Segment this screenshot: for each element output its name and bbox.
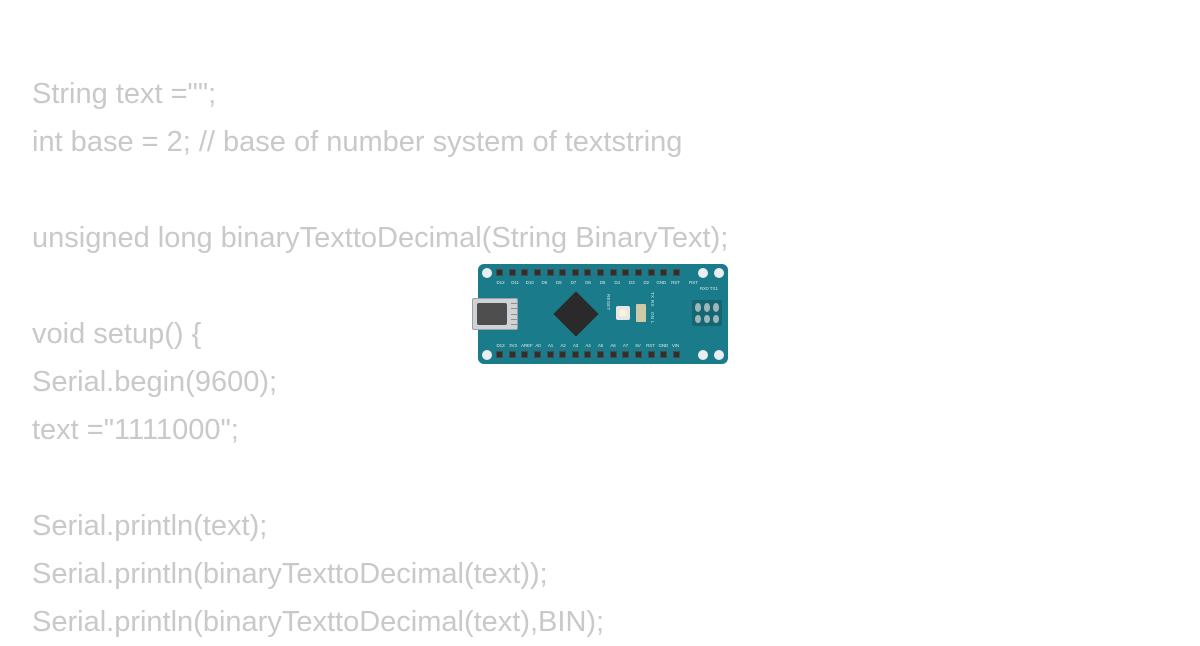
code-line: unsigned long binaryTexttoDecimal(String… xyxy=(32,222,728,254)
code-line: Serial.println(binaryTexttoDecimal(text)… xyxy=(32,606,604,638)
mounting-hole-icon xyxy=(714,268,724,278)
usb-connector-icon xyxy=(472,298,518,330)
code-line: String text =""; xyxy=(32,78,216,110)
code-line: void setup() { xyxy=(32,318,201,350)
mounting-hole-icon xyxy=(482,350,492,360)
microcontroller-chip-icon xyxy=(553,291,598,336)
code-line: Serial.println(text); xyxy=(32,510,267,542)
rst-label: RST xyxy=(689,280,698,285)
reset-button-icon xyxy=(616,306,630,320)
code-line: int base = 2; // base of number system o… xyxy=(32,126,682,158)
pin-labels-bottom: D133V3AREFA0A1A2A3A4A5A6A75VRSTGNDVIN xyxy=(496,343,680,348)
mounting-hole-icon xyxy=(698,350,708,360)
pin-labels-top: D12D11D10D9D8D7D6D5D4D3D2GNDRST xyxy=(496,280,680,285)
icsp-header-icon xyxy=(692,300,722,326)
txrx-text: TX RX xyxy=(650,292,655,307)
arduino-nano-illustration: D12D11D10D9D8D7D6D5D4D3D2GNDRST D133V3AR… xyxy=(478,264,728,364)
pin-header-bottom xyxy=(496,351,680,359)
code-line: Serial.begin(9600); xyxy=(32,366,277,398)
mounting-hole-icon xyxy=(698,268,708,278)
reset-text: RESET xyxy=(606,294,611,311)
mounting-hole-icon xyxy=(714,350,724,360)
code-line: text ="1111000"; xyxy=(32,414,239,446)
on-l-text: ON L xyxy=(650,312,655,324)
rxtx-label: RX0 TX1 xyxy=(700,286,718,291)
mounting-hole-icon xyxy=(482,268,492,278)
pcb-board: D12D11D10D9D8D7D6D5D4D3D2GNDRST D133V3AR… xyxy=(478,264,728,364)
code-line: Serial.println(binaryTexttoDecimal(text)… xyxy=(32,558,548,590)
pin-header-top xyxy=(496,269,680,277)
resistor-pack-icon xyxy=(636,304,646,322)
